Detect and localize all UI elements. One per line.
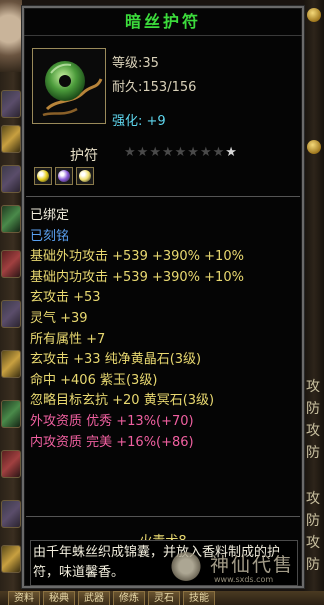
attribute-line: 基础外功攻击 +539 +390% +10% bbox=[30, 249, 244, 265]
orb-icon[interactable] bbox=[307, 140, 321, 154]
stat-hint: 攻 bbox=[306, 423, 320, 439]
attribute-line: 已刻铭 bbox=[30, 228, 70, 244]
attribute-line: 命中 +406 紫玉(3级) bbox=[30, 372, 158, 388]
attribute-line: 忽略目标玄抗 +20 黄冥石(3级) bbox=[30, 393, 215, 409]
inventory-slot[interactable] bbox=[1, 450, 21, 478]
attribute-line: 内攻资质 完美 +16%(+86) bbox=[30, 434, 194, 450]
socket-gems bbox=[34, 167, 94, 185]
yellow-gem-icon bbox=[79, 170, 91, 182]
item-tooltip: 暗丝护符 等级:35 耐久:153/156 强化: +9 护符 ★ ★ ★ ★ ★ ★ ★ ★… bbox=[21, 5, 305, 589]
star-icon: ★ bbox=[161, 145, 174, 160]
item-level: 等级:35 bbox=[112, 56, 159, 71]
stat-hint: 防 bbox=[306, 401, 320, 417]
tab-cultivate[interactable]: 修炼 bbox=[113, 591, 145, 605]
attribute-line: 已绑定 bbox=[30, 208, 70, 223]
inventory-slot[interactable] bbox=[1, 350, 21, 378]
item-name: 暗丝护符 bbox=[124, 12, 201, 31]
inventory-slot[interactable] bbox=[1, 300, 21, 328]
right-side-panel: 攻 防 攻 防 攻 防 攻 防 bbox=[304, 0, 324, 605]
inventory-slot[interactable] bbox=[1, 250, 21, 278]
star-icon: ★ bbox=[149, 145, 161, 160]
tab-spirit-stone[interactable]: 灵石 bbox=[148, 591, 180, 605]
star-rating: ★ ★ ★ ★ ★ ★ ★ ★ ★ bbox=[124, 146, 237, 160]
tab-skills[interactable]: 技能 bbox=[183, 591, 215, 605]
section-divider bbox=[26, 516, 300, 517]
tab-info[interactable]: 资料 bbox=[8, 591, 40, 605]
attribute-line: 玄攻击 +53 bbox=[30, 290, 101, 306]
item-durability: 耐久:153/156 bbox=[112, 80, 197, 95]
orb-icon[interactable] bbox=[307, 8, 321, 22]
star-icon: ★ bbox=[199, 145, 212, 160]
item-icon-frame bbox=[32, 48, 106, 124]
tab-manual[interactable]: 秘典 bbox=[43, 591, 75, 605]
attribute-line: 玄攻击 +33 纯净黄晶石(3级) bbox=[30, 352, 202, 368]
stat-hint: 攻 bbox=[306, 491, 320, 507]
star-icon: ★ bbox=[124, 145, 136, 160]
inventory-slot[interactable] bbox=[1, 90, 21, 118]
item-enhancement: 强化: +9 bbox=[112, 110, 166, 129]
inventory-slot[interactable] bbox=[1, 545, 21, 573]
attribute-line: 所有属性 +7 bbox=[30, 331, 106, 347]
left-side-panel bbox=[0, 0, 22, 605]
attribute-line: 灵气 +39 bbox=[30, 310, 88, 326]
star-icon: ★ bbox=[174, 145, 187, 160]
inventory-slot[interactable] bbox=[1, 165, 21, 193]
item-description: 由千年蛛丝织成锦囊，并放入香料制成的护符，味道馨香。 bbox=[30, 540, 298, 586]
star-icon: ★ bbox=[225, 145, 237, 160]
section-divider bbox=[26, 196, 300, 197]
stat-hint: 防 bbox=[306, 557, 320, 573]
character-portrait[interactable] bbox=[0, 0, 22, 72]
gem-socket[interactable] bbox=[34, 167, 52, 185]
purple-gem-icon bbox=[58, 170, 70, 182]
star-icon: ★ bbox=[136, 145, 149, 160]
inventory-slot[interactable] bbox=[1, 125, 21, 153]
inventory-slot[interactable] bbox=[1, 500, 21, 528]
tooltip-title-bar: 暗丝护符 bbox=[24, 8, 302, 36]
tab-weapon[interactable]: 武器 bbox=[78, 591, 110, 605]
inventory-slot[interactable] bbox=[1, 400, 21, 428]
attribute-line: 基础内功攻击 +539 +390% +10% bbox=[30, 269, 244, 285]
gem-socket[interactable] bbox=[55, 167, 73, 185]
gem-socket[interactable] bbox=[76, 167, 94, 185]
attribute-line: 外攻资质 优秀 +13%(+70) bbox=[30, 413, 194, 429]
yellow-gem-icon bbox=[37, 170, 49, 182]
stat-hint: 防 bbox=[306, 445, 320, 461]
item-type-row: 护符 ★ ★ ★ ★ ★ ★ ★ ★ ★ bbox=[24, 143, 302, 165]
jade-amulet-icon bbox=[42, 61, 103, 117]
item-type: 护符 bbox=[70, 148, 98, 164]
enhance-value: +9 bbox=[146, 114, 166, 129]
stat-hint: 攻 bbox=[306, 379, 320, 395]
star-icon: ★ bbox=[187, 145, 199, 160]
star-icon: ★ bbox=[212, 145, 225, 160]
attribute-list: 已绑定已刻铭基础外功攻击 +539 +390% +10% 基础内功攻击 +539 … bbox=[30, 206, 300, 453]
stat-hint: 攻 bbox=[306, 535, 320, 551]
enhance-label: 强化: bbox=[112, 114, 143, 129]
stat-hint: 防 bbox=[306, 513, 320, 529]
bottom-tab-bar: 资料 秘典 武器 修炼 灵石 技能 bbox=[0, 591, 324, 605]
inventory-slot[interactable] bbox=[1, 205, 21, 233]
